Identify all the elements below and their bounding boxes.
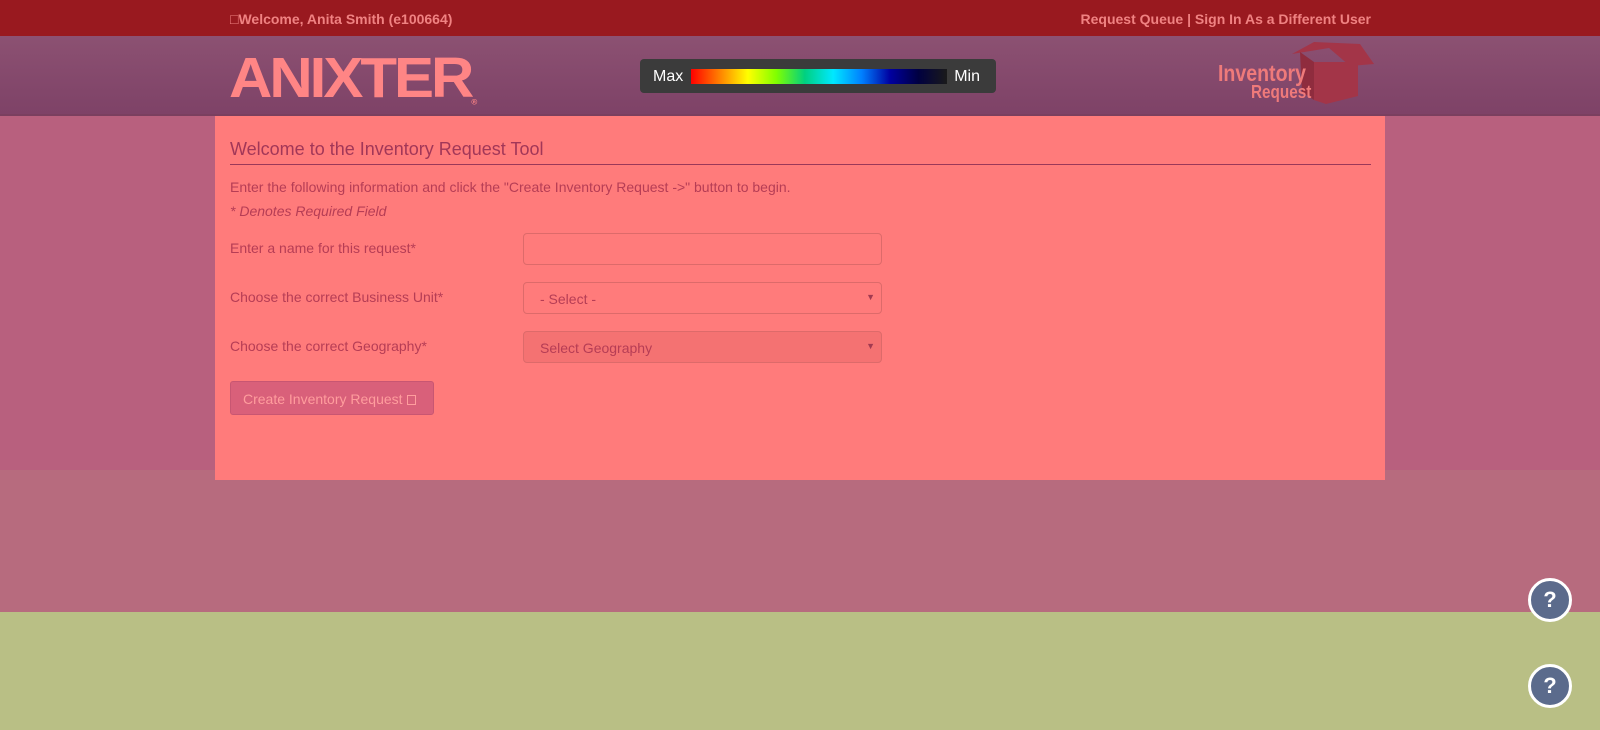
help-button-secondary[interactable]: ? bbox=[1528, 664, 1572, 708]
inventory-request-logo[interactable]: Inventory Request bbox=[1214, 40, 1374, 106]
color-gradient-bar bbox=[691, 69, 947, 84]
top-links: Request Queue | Sign In As a Different U… bbox=[1081, 11, 1371, 27]
request-queue-link[interactable]: Request Queue bbox=[1081, 11, 1184, 27]
chevron-down-icon: ▼ bbox=[866, 292, 875, 302]
geography-select[interactable]: Select Geography ▼ bbox=[523, 331, 882, 363]
logo-text: ANIXTER bbox=[229, 45, 474, 110]
request-name-input[interactable] bbox=[523, 233, 882, 265]
business-unit-select[interactable]: - Select - ▼ bbox=[523, 282, 882, 314]
sign-in-different-user-link[interactable]: Sign In As a Different User bbox=[1195, 11, 1371, 27]
app-logo-line2: Request bbox=[1251, 82, 1312, 102]
request-form-panel: Welcome to the Inventory Request Tool En… bbox=[215, 116, 1385, 480]
overlay-band-lower bbox=[0, 470, 1600, 612]
geography-value: Select Geography bbox=[540, 340, 653, 356]
anixter-logo[interactable]: ANIXTER® bbox=[229, 49, 478, 107]
scale-min-label: Min bbox=[954, 68, 980, 85]
intro-text: Enter the following information and clic… bbox=[230, 179, 791, 195]
request-name-label: Enter a name for this request* bbox=[230, 240, 416, 256]
arrow-placeholder-icon bbox=[406, 395, 416, 405]
geography-label: Choose the correct Geography* bbox=[230, 338, 427, 354]
create-inventory-request-button[interactable]: Create Inventory Request bbox=[230, 381, 434, 415]
create-button-label: Create Inventory Request bbox=[243, 391, 403, 407]
overlay-band-bottom bbox=[0, 612, 1600, 730]
required-field-note: * Denotes Required Field bbox=[230, 203, 387, 219]
help-button[interactable]: ? bbox=[1528, 578, 1572, 622]
business-unit-value: - Select - bbox=[540, 291, 597, 307]
title-divider bbox=[230, 164, 1371, 165]
chevron-down-icon: ▼ bbox=[866, 341, 875, 351]
color-scale-legend: Max Min bbox=[640, 59, 996, 93]
registered-mark: ® bbox=[471, 97, 478, 107]
link-separator: | bbox=[1183, 11, 1195, 27]
top-bar: □Welcome, Anita Smith (e100664) Request … bbox=[0, 0, 1600, 36]
welcome-text: □Welcome, Anita Smith (e100664) bbox=[230, 11, 453, 27]
page-title: Welcome to the Inventory Request Tool bbox=[230, 139, 544, 159]
business-unit-label: Choose the correct Business Unit* bbox=[230, 289, 444, 305]
scale-max-label: Max bbox=[653, 68, 684, 85]
